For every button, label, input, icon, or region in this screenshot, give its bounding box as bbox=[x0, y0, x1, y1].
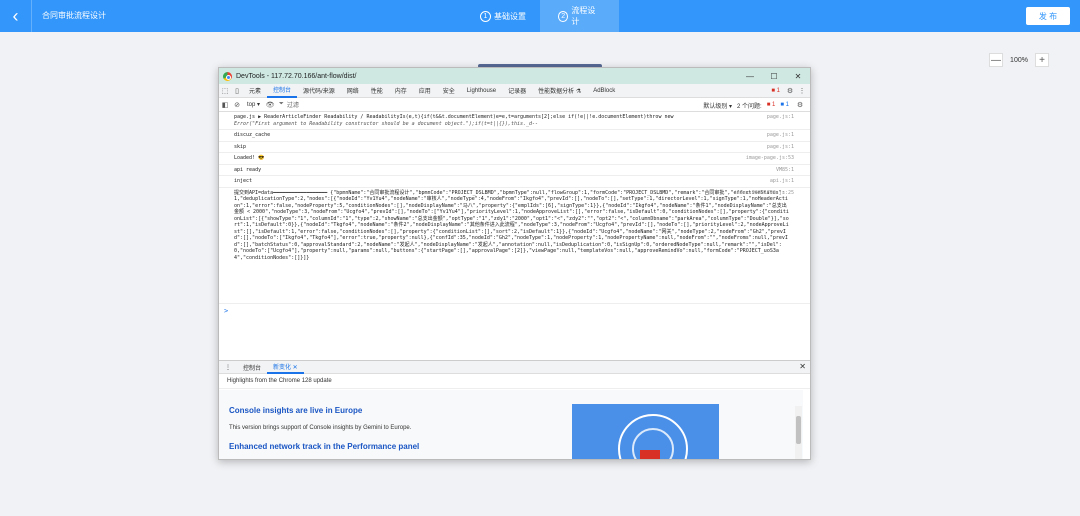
console-message: discuz_cache page.js:1 bbox=[219, 130, 810, 142]
tab-sources[interactable]: 源代码/来源 bbox=[297, 84, 341, 98]
step-process-design[interactable]: 2 流程设计 bbox=[540, 0, 619, 32]
source-link[interactable]: index-96881796.js:25 bbox=[734, 190, 794, 197]
devtools-window-title: DevTools - 117.72.70.166/ant-flow/dist/ bbox=[236, 72, 357, 80]
source-link[interactable]: image-page.js:53 bbox=[746, 155, 794, 162]
log-level-select[interactable]: 默认级别 ▾ bbox=[703, 101, 732, 110]
tab-elements[interactable]: 元素 bbox=[243, 84, 267, 98]
sidebar-toggle-icon[interactable]: ◧ bbox=[219, 101, 231, 109]
step-basic-settings[interactable]: 1 基础设置 bbox=[462, 0, 544, 32]
issues-label: 2 个问题: bbox=[737, 103, 762, 110]
console-message: 提交到API=data━━━━━━━━━━━━━━━━━━ {"bpmnName… bbox=[219, 188, 810, 304]
devtools-titlebar: DevTools - 117.72.70.166/ant-flow/dist/ … bbox=[219, 68, 810, 84]
filter-input[interactable]: ⏷ 过滤 bbox=[276, 100, 476, 110]
tab-performance-insights[interactable]: 性能数据分析 ⚗ bbox=[532, 84, 587, 98]
top-header: ‹ 合同审批流程设计 1 基础设置 2 流程设计 发 布 bbox=[0, 0, 1080, 32]
highlights-heading: Highlights from the Chrome 128 update bbox=[219, 374, 810, 389]
devtools-tabbar: ⬚ ▯ 元素 控制台 源代码/来源 网络 性能 内存 应用 安全 Lightho… bbox=[219, 84, 810, 98]
close-button[interactable]: ✕ bbox=[786, 68, 810, 84]
tab-adblock[interactable]: AdBlock bbox=[587, 84, 621, 98]
drawer-close-icon[interactable]: ✕ bbox=[799, 362, 806, 371]
minimize-button[interactable]: — bbox=[738, 68, 762, 84]
source-link[interactable]: page.js:1 bbox=[767, 144, 794, 151]
tab-console[interactable]: 控制台 bbox=[267, 84, 298, 98]
source-link[interactable]: api.js:1 bbox=[770, 178, 794, 185]
console-message: inject api.js:1 bbox=[219, 176, 810, 188]
live-expression-eye-icon[interactable]: 👁 bbox=[264, 101, 276, 109]
feature-title-link[interactable]: Console insights are live in Europe bbox=[229, 406, 362, 415]
step-number: 1 bbox=[480, 10, 491, 22]
error-count-badge[interactable]: ■ 1 bbox=[771, 88, 780, 94]
whats-new-panel: Highlights from the Chrome 128 update Co… bbox=[219, 374, 810, 459]
settings-gear-icon[interactable]: ⚙ bbox=[784, 84, 796, 98]
tab-security[interactable]: 安全 bbox=[437, 84, 461, 98]
console-message: page.js ▶ ReaderArticleFinder Readabilit… bbox=[219, 112, 810, 130]
console-prompt[interactable]: > bbox=[219, 304, 810, 318]
source-link[interactable]: VM85:1 bbox=[776, 167, 794, 174]
drawer-tab-whats-new[interactable]: 新变化 ✕ bbox=[267, 360, 304, 374]
page-title: 合同审批流程设计 bbox=[42, 11, 106, 20]
zoom-level: 100% bbox=[1010, 56, 1028, 64]
source-link[interactable]: page.js:1 bbox=[767, 132, 794, 139]
console-settings-gear-icon[interactable]: ⚙ bbox=[794, 101, 806, 109]
feature-illustration bbox=[572, 404, 719, 459]
zoom-in-button[interactable]: + bbox=[1035, 53, 1049, 67]
step-label: 流程设计 bbox=[571, 6, 596, 26]
filter-icon: ⏷ bbox=[279, 101, 284, 107]
back-button[interactable]: ‹ bbox=[0, 0, 32, 32]
context-selector[interactable]: top ▾ bbox=[243, 101, 264, 108]
zoom-out-button[interactable]: — bbox=[989, 53, 1003, 67]
drawer-tabbar: ⋮ 控制台 新变化 ✕ ✕ bbox=[219, 360, 810, 374]
feature-title-link[interactable]: Enhanced network track in the Performanc… bbox=[229, 442, 419, 451]
more-options-icon[interactable]: ⋮ bbox=[796, 84, 808, 98]
scrollbar[interactable] bbox=[795, 406, 802, 459]
console-message: skip page.js:1 bbox=[219, 142, 810, 153]
tab-network[interactable]: 网络 bbox=[341, 84, 365, 98]
tab-application[interactable]: 应用 bbox=[413, 84, 437, 98]
tab-performance[interactable]: 性能 bbox=[365, 84, 389, 98]
issues-info-badge[interactable]: ■ 1 bbox=[780, 102, 789, 108]
chrome-logo-icon bbox=[223, 71, 232, 81]
whats-new-card: Console insights are live in Europe This… bbox=[219, 390, 803, 459]
clear-console-icon[interactable]: ⊘ bbox=[231, 101, 243, 109]
device-toggle-icon[interactable]: ▯ bbox=[231, 84, 243, 98]
step-label: 基础设置 bbox=[494, 11, 526, 21]
console-message: api ready VM85:1 bbox=[219, 165, 810, 176]
drawer-more-icon[interactable]: ⋮ bbox=[219, 360, 237, 374]
console-log: page.js ▶ ReaderArticleFinder Readabilit… bbox=[219, 112, 810, 337]
drawer-tab-console[interactable]: 控制台 bbox=[237, 360, 267, 374]
devtools-window: DevTools - 117.72.70.166/ant-flow/dist/ … bbox=[218, 67, 811, 460]
issues-error-badge[interactable]: ■ 1 bbox=[767, 102, 776, 108]
publish-button[interactable]: 发 布 bbox=[1026, 7, 1070, 25]
filter-placeholder: 过滤 bbox=[286, 103, 299, 109]
console-message: Loaded! 😎 image-page.js:53 bbox=[219, 153, 810, 165]
tab-lighthouse[interactable]: Lighthouse bbox=[461, 84, 502, 98]
tab-memory[interactable]: 内存 bbox=[389, 84, 413, 98]
zoom-control: — 100% + bbox=[989, 53, 1049, 67]
step-number: 2 bbox=[558, 10, 569, 22]
maximize-button[interactable]: ☐ bbox=[762, 68, 786, 84]
inspect-element-icon[interactable]: ⬚ bbox=[219, 84, 231, 98]
tab-recorder[interactable]: 记录器 bbox=[502, 84, 532, 98]
source-link[interactable]: page.js:1 bbox=[767, 114, 794, 121]
feature-description: This version brings support of Console i… bbox=[229, 425, 412, 431]
chevron-left-icon: ‹ bbox=[12, 5, 19, 26]
console-toolbar: ◧ ⊘ top ▾ 👁 ⏷ 过滤 默认级别 ▾ 2 个问题: ■ 1 ■ 1 ⚙ bbox=[219, 98, 810, 112]
